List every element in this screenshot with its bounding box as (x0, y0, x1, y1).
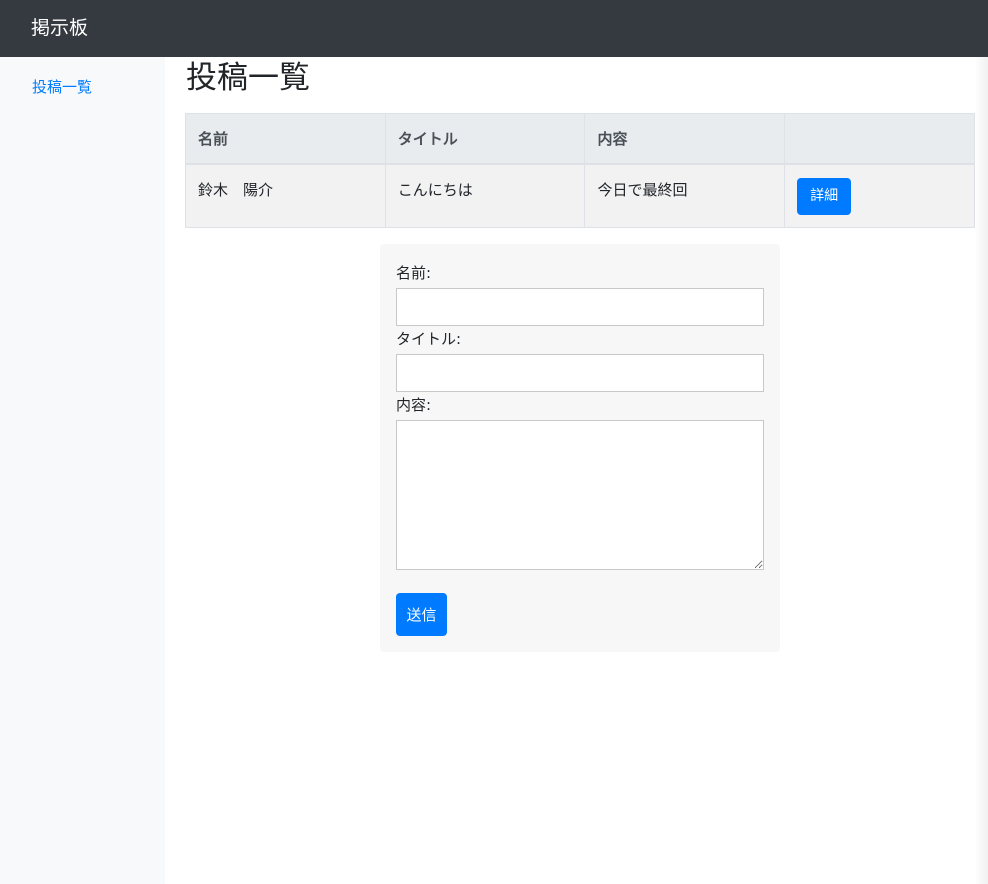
title-label: タイトル: (396, 330, 462, 348)
name-label: 名前: (396, 264, 432, 282)
page-title: 投稿一覧 (186, 60, 310, 96)
column-header-name: 名前 (185, 113, 386, 165)
window-edge-shadow (974, 57, 988, 884)
sidebar: 投稿一覧 (0, 57, 165, 884)
table-header-row: 名前 タイトル 内容 (185, 113, 975, 165)
sidebar-item-post-list[interactable]: 投稿一覧 (32, 76, 92, 97)
column-header-title: タイトル (384, 113, 586, 165)
detail-button[interactable]: 詳細 (797, 177, 852, 215)
brand-title[interactable]: 掲示板 (31, 19, 88, 38)
new-post-form: 名前: タイトル: 内容: 送信 (380, 244, 780, 652)
submit-button[interactable]: 送信 (396, 593, 447, 636)
title-input[interactable] (396, 354, 764, 392)
cell-action: 詳細 (784, 163, 975, 228)
column-header-content: 内容 (584, 113, 786, 165)
content-label: 内容: (396, 396, 432, 414)
cell-content: 今日で最終回 (584, 163, 786, 228)
cell-title: こんにちは (384, 163, 586, 228)
table-row: 鈴木 陽介 こんにちは 今日で最終回 詳細 (185, 163, 975, 228)
column-header-action (784, 113, 975, 165)
top-navbar: 掲示板 (0, 0, 988, 57)
content-textarea[interactable] (396, 420, 764, 570)
name-input[interactable] (396, 288, 764, 326)
posts-table: 名前 タイトル 内容 鈴木 陽介 こんにちは 今日で最終回 詳細 (185, 113, 975, 228)
cell-name: 鈴木 陽介 (185, 163, 386, 228)
